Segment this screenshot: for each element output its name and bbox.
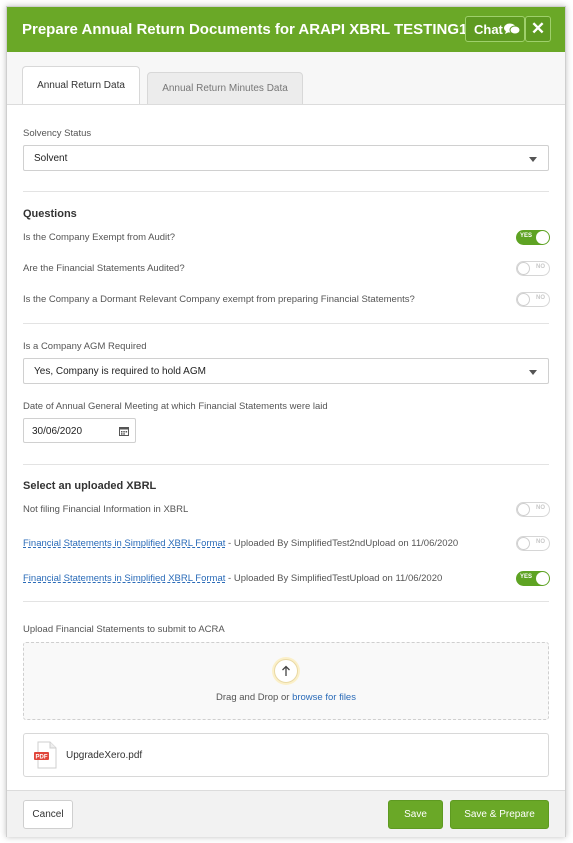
uploaded-file-item: PDF UpgradeXero.pdf xyxy=(23,733,549,777)
agm-required-select[interactable]: Yes, Company is required to hold AGM xyxy=(23,358,549,384)
upload-icon xyxy=(274,659,298,683)
xbrl-file-link[interactable]: Financial Statements in Simplified XBRL … xyxy=(23,573,225,584)
divider xyxy=(23,464,549,465)
tab-annual-return-data[interactable]: Annual Return Data xyxy=(22,66,140,105)
toggle-text: NO xyxy=(536,264,545,270)
xbrl-item-row: Financial Statements in Simplified XBRL … xyxy=(23,538,458,549)
toggle-knob xyxy=(517,293,530,306)
solvency-status-select[interactable]: Solvent xyxy=(23,145,549,171)
xbrl-section-title: Select an uploaded XBRL xyxy=(23,480,157,492)
file-dropzone[interactable]: Drag and Drop or browse for files xyxy=(23,642,549,720)
modal-footer: Cancel Save Save & Prepare xyxy=(7,790,565,837)
solvency-status-label: Solvency Status xyxy=(23,128,92,139)
xbrl-select-toggle[interactable]: NO xyxy=(516,536,550,551)
xbrl-select-toggle[interactable]: YES xyxy=(516,571,550,586)
chat-button[interactable]: Chat xyxy=(465,16,525,42)
modal-body: Annual Return Data Annual Return Minutes… xyxy=(7,52,565,790)
xbrl-file-link[interactable]: Financial Statements in Simplified XBRL … xyxy=(23,538,225,549)
exempt-audit-toggle[interactable]: YES xyxy=(516,230,550,245)
xbrl-upload-detail: - Uploaded By SimplifiedTestUpload on 11… xyxy=(225,573,443,584)
uploaded-file-name: UpgradeXero.pdf xyxy=(66,750,143,761)
pdf-file-icon: PDF xyxy=(34,741,57,769)
questions-title: Questions xyxy=(23,208,77,220)
drop-instruction: Drag and Drop or xyxy=(216,692,293,703)
not-filing-xbrl-toggle[interactable]: NO xyxy=(516,502,550,517)
modal-title: Prepare Annual Return Documents for ARAP… xyxy=(22,21,476,38)
chevron-down-icon xyxy=(529,157,537,162)
toggle-text: NO xyxy=(536,295,545,301)
save-button[interactable]: Save xyxy=(388,800,443,829)
agm-date-value: 30/06/2020 xyxy=(32,426,83,437)
dormant-toggle[interactable]: NO xyxy=(516,292,550,307)
calendar-icon xyxy=(119,427,129,436)
cancel-button[interactable]: Cancel xyxy=(23,800,73,829)
question-audited-label: Are the Financial Statements Audited? xyxy=(23,263,185,274)
agm-required-label: Is a Company AGM Required xyxy=(23,341,147,352)
not-filing-xbrl-label: Not filing Financial Information in XBRL xyxy=(23,504,189,515)
upload-label: Upload Financial Statements to submit to… xyxy=(23,624,225,635)
toggle-text: YES xyxy=(520,574,533,580)
toggle-knob xyxy=(536,572,549,585)
toggle-text: NO xyxy=(536,505,545,511)
question-exempt-audit-label: Is the Company Exempt from Audit? xyxy=(23,232,176,243)
agm-date-input[interactable]: 30/06/2020 xyxy=(23,418,136,443)
toggle-knob xyxy=(536,231,549,244)
question-dormant-label: Is the Company a Dormant Relevant Compan… xyxy=(23,294,415,305)
toggle-text: NO xyxy=(536,539,545,545)
tab-annual-return-minutes-data[interactable]: Annual Return Minutes Data xyxy=(147,72,303,105)
chat-button-label: Chat xyxy=(474,22,503,37)
agm-date-label: Date of Annual General Meeting at which … xyxy=(23,401,328,412)
prepare-annual-return-modal: Prepare Annual Return Documents for ARAP… xyxy=(6,6,566,837)
solvency-status-value: Solvent xyxy=(34,153,68,164)
svg-text:PDF: PDF xyxy=(36,755,48,761)
toggle-text: YES xyxy=(520,233,533,239)
chat-bubbles-icon xyxy=(504,23,520,35)
xbrl-item-row: Financial Statements in Simplified XBRL … xyxy=(23,573,442,584)
save-and-prepare-button[interactable]: Save & Prepare xyxy=(450,800,549,829)
toggle-knob xyxy=(517,262,530,275)
divider xyxy=(23,601,549,602)
divider xyxy=(23,323,549,324)
close-button[interactable]: ✕ xyxy=(525,16,551,42)
agm-required-value: Yes, Company is required to hold AGM xyxy=(34,366,206,377)
browse-files-link[interactable]: browse for files xyxy=(292,692,356,703)
modal-header: Prepare Annual Return Documents for ARAP… xyxy=(7,7,565,52)
annual-return-data-panel: Solvency Status Solvent Questions Is the… xyxy=(7,105,565,790)
toggle-knob xyxy=(517,503,530,516)
audited-toggle[interactable]: NO xyxy=(516,261,550,276)
divider xyxy=(23,191,549,192)
drop-text: Drag and Drop or browse for files xyxy=(24,692,548,703)
toggle-knob xyxy=(517,537,530,550)
xbrl-upload-detail: - Uploaded By SimplifiedTest2ndUpload on… xyxy=(225,538,459,549)
chevron-down-icon xyxy=(529,370,537,375)
